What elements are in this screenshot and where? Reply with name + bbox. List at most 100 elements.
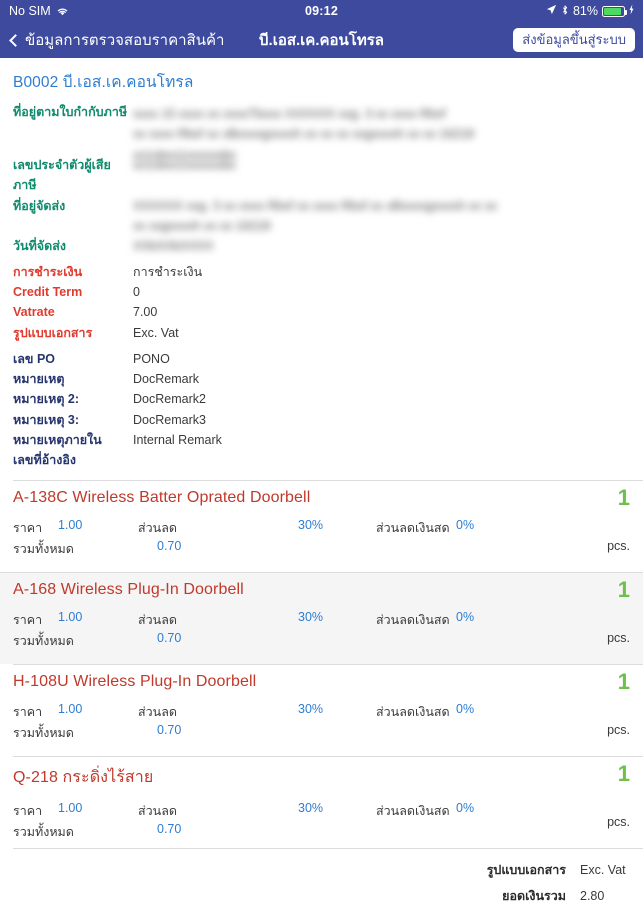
price-value: 1.00: [58, 610, 83, 625]
customer-info-list: ที่อยู่ตามใบกำกับภาษี xxxx 15 xxxx xx xx…: [0, 102, 643, 470]
info-label: Vatrate: [13, 305, 55, 320]
info-label: หมายเหตุ: [13, 372, 65, 386]
info-row-payment: การชำระเงิน การชำระเงิน: [13, 262, 643, 282]
total-value: 0.70: [157, 539, 182, 554]
summary-grand-total-row: ยอดเงินรวม 2.80: [13, 886, 630, 906]
summary-grand-total-value: 2.80: [580, 889, 605, 904]
info-value: Internal Remark: [133, 432, 222, 447]
info-value: DocRemark3: [133, 412, 206, 427]
cash-discount-label: ส่วนลดเงินสด: [376, 521, 450, 536]
cash-discount-value: 0%: [456, 801, 475, 816]
info-row-internal-remark: หมายเหตุภายใน Internal Remark: [13, 430, 643, 450]
info-value: Exc. Vat: [133, 325, 179, 340]
info-value: 0: [133, 285, 140, 299]
total-label: รวมทั้งหมด: [13, 542, 74, 557]
discount-value: 30%: [298, 702, 324, 717]
info-value-redacted: XXXXXX xxg. 3 xx xxxx Rbxf xx xxxx Rbxf …: [133, 198, 497, 233]
list-item[interactable]: Q-218 กระดิ่งไร้สาย ราคา 1.00 ส่วนลด 30%…: [13, 756, 643, 848]
list-item[interactable]: A-168 Wireless Plug-In Doorbell ราคา 1.0…: [0, 572, 643, 665]
info-row-shipping-address: ที่อยู่จัดส่ง XXXXXX xxg. 3 xx xxxx Rbxf…: [13, 196, 643, 236]
info-row-remark-2: หมายเหตุ 2: DocRemark2: [13, 389, 643, 409]
info-label: การชำระเงิน: [13, 264, 83, 279]
info-row-tax-id: เลขประจำตัวผู้เสียภาษี xx1xbxx1xxxxxxbx: [13, 155, 643, 196]
info-label: หมายเหตุภายใน: [13, 432, 102, 447]
info-row-remark-3: หมายเหตุ 3: DocRemark3: [13, 410, 643, 430]
info-row-doc-type: รูปแบบเอกสาร Exc. Vat: [13, 323, 643, 343]
navigation-bar: ข้อมูลการตรวจสอบราคาสินค้า บี.เอส.เค.คอน…: [0, 22, 643, 58]
status-bar: No SIM 09:12 81%: [0, 0, 643, 22]
item-name: H-108U Wireless Plug-In Doorbell: [13, 673, 257, 691]
cash-discount-value: 0%: [456, 518, 475, 533]
list-item[interactable]: A-138C Wireless Batter Oprated Doorbell …: [13, 480, 643, 572]
item-name: A-138C Wireless Batter Oprated Doorbell: [13, 489, 311, 507]
bluetooth-icon: [561, 4, 569, 19]
discount-label: ส่วนลด: [138, 804, 177, 819]
info-row-po-number: เลข PO PONO: [13, 349, 643, 369]
info-row-shipping-date: วันที่จัดส่ง XXbXXbXXXX: [13, 236, 643, 256]
total-label: รวมทั้งหมด: [13, 825, 74, 840]
quantity-value: 1: [617, 485, 630, 511]
summary-footer: รูปแบบเอกสาร Exc. Vat ยอดเงินรวม 2.80: [13, 848, 643, 906]
info-value-redacted: xxxx 15 xxxx xx xxxxTbxxx XXXXXX xxg. 3 …: [133, 107, 475, 162]
price-label: ราคา: [13, 613, 43, 628]
list-item[interactable]: H-108U Wireless Plug-In Doorbell ราคา 1.…: [13, 664, 643, 756]
quantity-value: 1: [617, 761, 630, 787]
summary-doc-type-label: รูปแบบเอกสาร: [486, 863, 566, 878]
info-value-redacted: XXbXXbXXXX: [133, 238, 214, 253]
quantity-value: 1: [617, 577, 630, 603]
total-value: 0.70: [157, 723, 182, 738]
info-label: รูปแบบเอกสาร: [13, 325, 93, 340]
summary-doc-type-value: Exc. Vat: [580, 863, 626, 878]
info-value: DocRemark: [133, 372, 199, 386]
submit-to-system-button[interactable]: ส่งข้อมูลขึ้นสู่ระบบ: [513, 27, 635, 53]
discount-label: ส่วนลด: [138, 521, 177, 536]
wifi-icon: [56, 6, 69, 17]
info-value: การชำระเงิน: [133, 264, 203, 279]
cash-discount-label: ส่วนลดเงินสด: [376, 613, 450, 628]
battery-icon: [602, 5, 628, 17]
summary-grand-total-label: ยอดเงินรวม: [502, 889, 566, 904]
content-area: B0002 บี.เอส.เค.คอนโทรล ที่อยู่ตามใบกำกั…: [0, 58, 643, 906]
summary-doc-type-row: รูปแบบเอกสาร Exc. Vat: [13, 860, 630, 880]
quantity-unit: pcs.: [607, 539, 630, 554]
info-label: วันที่จัดส่ง: [13, 238, 66, 253]
price-label: ราคา: [13, 705, 43, 720]
app-screen: No SIM 09:12 81% ข้อมูลการตรวจสอบราคาสิน…: [0, 0, 643, 903]
discount-value: 30%: [298, 610, 324, 625]
info-label: เลข PO: [13, 351, 56, 366]
price-label: ราคา: [13, 804, 43, 819]
info-label: ที่อยู่จัดส่ง: [13, 198, 66, 213]
back-button[interactable]: ข้อมูลการตรวจสอบราคาสินค้า: [8, 28, 224, 52]
info-value: DocRemark2: [133, 392, 206, 407]
info-label: เลขที่อ้างอิง: [13, 453, 76, 467]
cash-discount-label: ส่วนลดเงินสด: [376, 804, 450, 819]
discount-label: ส่วนลด: [138, 613, 177, 628]
info-row-billing-address: ที่อยู่ตามใบกำกับภาษี xxxx 15 xxxx xx xx…: [13, 102, 643, 162]
info-row-remark: หมายเหตุ DocRemark: [13, 369, 643, 389]
customer-heading: B0002 บี.เอส.เค.คอนโทรล: [13, 74, 194, 91]
quantity-unit: pcs.: [607, 723, 630, 738]
cash-discount-value: 0%: [456, 702, 475, 717]
info-row-reference-number: เลขที่อ้างอิง: [13, 450, 643, 470]
discount-label: ส่วนลด: [138, 705, 177, 720]
item-detail-grid: ราคา 1.00 ส่วนลด 30% ส่วนลดเงินสด 0% รวม…: [13, 702, 630, 744]
total-label: รวมทั้งหมด: [13, 634, 74, 649]
item-name: A-168 Wireless Plug-In Doorbell: [13, 581, 244, 599]
quantity-box: 1 pcs.: [550, 577, 630, 646]
chevron-left-icon: [9, 33, 22, 47]
price-value: 1.00: [58, 518, 83, 533]
quantity-box: 1 pcs.: [550, 761, 630, 830]
item-detail-grid: ราคา 1.00 ส่วนลด 30% ส่วนลดเงินสด 0% รวม…: [13, 610, 630, 652]
carrier-label: No SIM: [9, 4, 51, 18]
item-name: Q-218 กระดิ่งไร้สาย: [13, 769, 154, 787]
back-button-label: ข้อมูลการตรวจสอบราคาสินค้า: [25, 32, 225, 49]
location-arrow-icon: [546, 4, 557, 18]
status-bar-left: No SIM: [9, 4, 69, 18]
item-list: A-138C Wireless Batter Oprated Doorbell …: [0, 480, 643, 848]
info-row-vatrate: Vatrate 7.00: [13, 302, 643, 322]
info-label: หมายเหตุ 2:: [13, 392, 80, 407]
info-label: ที่อยู่ตามใบกำกับภาษี: [13, 105, 128, 119]
price-value: 1.00: [58, 702, 83, 717]
status-bar-right: 81%: [546, 4, 634, 19]
info-value: 7.00: [133, 305, 158, 320]
